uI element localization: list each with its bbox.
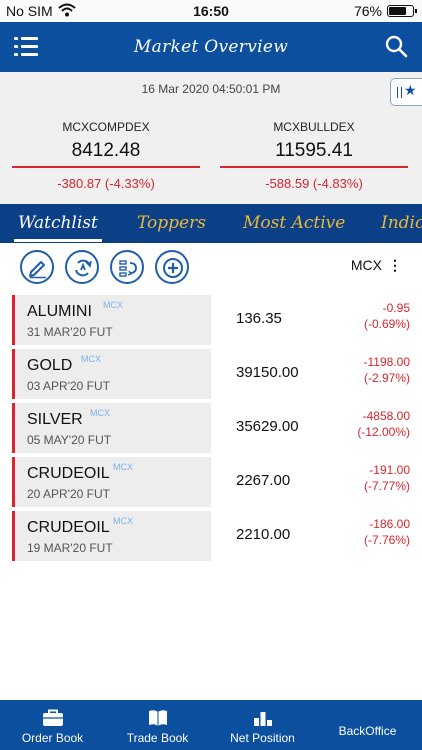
pause-bars-icon [397,87,402,98]
change-percent: (-2.97%) [363,371,410,385]
book-icon [148,710,167,726]
nav-backoffice[interactable]: BackOffice [315,700,420,750]
watchlist-toolbar: MCX ⋮ [0,243,422,289]
instrument-expiry: 19 MAR'20 FUT [27,541,113,555]
watchlist-row[interactable]: GOLD MCX 03 APR'20 FUT 39150.00 -1198.00… [12,349,410,399]
market-datetime: 16 Mar 2020 04:50:01 PM [141,82,281,96]
change-percent: (-7.77%) [363,479,410,493]
refresh-sort-icon [75,259,92,277]
instrument-expiry: 03 APR'20 FUT [27,379,110,393]
exchange-tag: MCX [113,462,133,472]
instrument-cell: CRUDEOIL MCX 19 MAR'20 FUT [12,511,211,561]
exchange-tag: MCX [113,516,133,526]
tab-most-active[interactable]: Most Active [243,213,345,233]
tab-toppers[interactable]: Toppers [137,213,206,233]
change-percent: (-0.69%) [363,317,410,331]
instrument-expiry: 31 MAR'20 FUT [27,325,113,339]
change-percent: (-12.00%) [357,425,410,439]
index-change: -380.87 (-4.33%) [57,176,155,191]
app-header: Market Overview [0,22,422,72]
price-change: -4858.00 (-12.00%) [357,408,410,440]
instrument-cell: ALUMINI MCX 31 MAR'20 FUT [12,295,211,345]
nav-net-position[interactable]: Net Position [210,700,315,750]
edit-button[interactable] [20,250,54,284]
briefcase-icon [42,709,63,726]
instrument-cell: GOLD MCX 03 APR'20 FUT [12,349,211,399]
exchange-tag: MCX [103,300,123,310]
nav-label: Net Position [230,731,295,745]
instrument-expiry: 05 MAY'20 FUT [27,433,112,447]
tab-indices[interactable]: Indic [381,213,422,233]
last-traded-price: 35629.00 [236,418,299,435]
watchlist-row[interactable]: CRUDEOIL MCX 19 MAR'20 FUT 2210.00 -186.… [12,511,410,561]
instrument-expiry: 20 APR'20 FUT [27,487,110,501]
star-icon: ★ [404,83,417,99]
last-traded-price: 2267.00 [236,472,291,489]
instrument-cell: CRUDEOIL MCX 20 APR'20 FUT [12,457,211,507]
exchange-selector[interactable]: MCX ⋮ [351,257,402,274]
page-title: Market Overview [133,37,289,57]
price-change: -0.95 (-0.69%) [364,300,410,332]
price-change: -1198.00 (-2.97%) [364,354,410,386]
instrument-symbol: ALUMINI [27,303,92,320]
bottom-navigation: Order Book Trade Book Net Position BackO… [0,700,422,750]
change-percent: (-7.76%) [363,533,410,547]
index-card-mcxbulldex[interactable]: MCXBULLDEX 11595.41 -588.59 (-4.83%) [220,120,408,191]
tab-watchlist[interactable]: Watchlist [14,213,102,242]
nav-trade-book[interactable]: Trade Book [105,700,210,750]
change-value: -4858.00 [362,409,410,423]
last-traded-price: 136.35 [236,310,282,327]
price-change: -191.00 (-7.77%) [364,462,410,494]
change-value: -191.00 [369,463,410,477]
battery-icon [387,5,417,17]
index-card-mcxcompdex[interactable]: MCXCOMPDEX 8412.48 -380.87 (-4.33%) [12,120,200,191]
favorites-tab-button[interactable]: ★ [390,78,422,106]
refresh-sort-button[interactable] [65,250,99,284]
index-divider [12,166,200,168]
reorder-button[interactable] [110,250,144,284]
exchange-tag: MCX [90,408,110,418]
instrument-symbol: CRUDEOIL [27,519,110,536]
change-value: -0.95 [382,301,410,315]
add-icon [163,258,183,278]
battery-percentage: 76% [353,3,382,19]
watchlist-row[interactable]: CRUDEOIL MCX 20 APR'20 FUT 2267.00 -191.… [12,457,410,507]
instrument-symbol: CRUDEOIL [27,465,110,482]
add-button[interactable] [155,250,189,284]
index-value: 11595.41 [275,140,353,161]
exchange-label: MCX [350,257,382,273]
nav-order-book[interactable]: Order Book [0,700,105,750]
index-change: -588.59 (-4.83%) [265,176,363,191]
change-value: -186.00 [369,517,410,531]
nav-label: BackOffice [338,724,397,738]
market-indices-panel: 16 Mar 2020 04:50:01 PM ★ MCXCOMPDEX 841… [0,72,422,204]
instrument-cell: SILVER MCX 05 MAY'20 FUT [12,403,211,453]
last-traded-price: 2210.00 [236,526,291,543]
index-divider [220,166,408,168]
exchange-tag: MCX [81,354,101,364]
index-name: MCXCOMPDEX [62,120,150,134]
nav-label: Order Book [21,731,84,745]
last-traded-price: 39150.00 [236,364,299,381]
nav-label: Trade Book [126,731,189,745]
reorder-icon [119,260,137,277]
status-bar: No SIM 16:50 76% [0,0,422,22]
price-change: -186.00 (-7.76%) [364,516,410,548]
index-value: 8412.48 [71,140,141,161]
edit-icon [29,261,46,279]
instrument-symbol: SILVER [27,411,83,428]
market-tabs: Watchlist Toppers Most Active Indic [0,204,422,243]
search-icon[interactable] [384,34,408,58]
index-name: MCXBULLDEX [273,120,355,134]
change-value: -1198.00 [363,355,410,369]
bar-chart-icon [253,712,272,726]
instrument-symbol: GOLD [27,357,73,374]
more-vertical-icon: ⋮ [388,257,402,273]
watchlist-row[interactable]: ALUMINI MCX 31 MAR'20 FUT 136.35 -0.95 (… [12,295,410,345]
watchlist-row[interactable]: SILVER MCX 05 MAY'20 FUT 35629.00 -4858.… [12,403,410,453]
